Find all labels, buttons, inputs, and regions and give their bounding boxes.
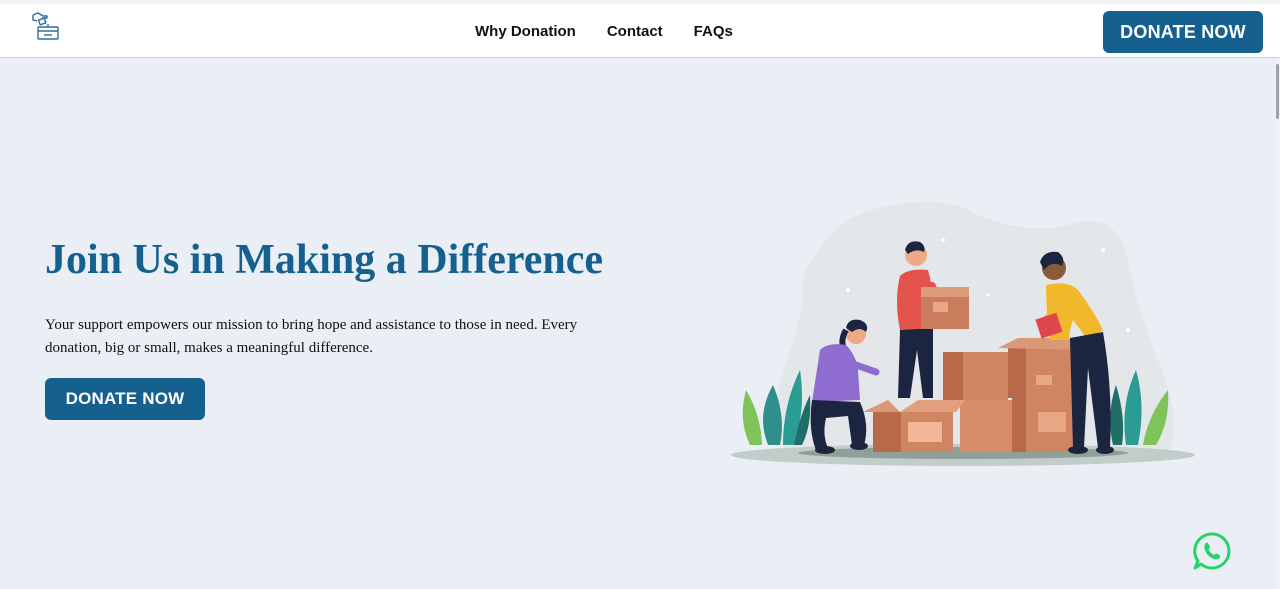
scrollbar-thumb[interactable]	[1276, 64, 1279, 119]
nav-link-contact[interactable]: Contact	[607, 23, 663, 40]
nav-link-faqs[interactable]: FAQs	[694, 23, 733, 40]
navbar: Why Donation Contact FAQs DONATE NOW	[0, 4, 1280, 58]
whatsapp-icon	[1193, 532, 1231, 570]
nav-donate-button[interactable]: DONATE NOW	[1103, 11, 1263, 53]
left-plant	[742, 370, 811, 445]
volunteers-packing-boxes-illustration	[731, 201, 1195, 466]
whatsapp-button[interactable]	[1192, 531, 1232, 571]
nav-link-why-donation[interactable]: Why Donation	[475, 23, 576, 40]
hero-title: Join Us in Making a Difference	[45, 237, 604, 283]
logo[interactable]	[30, 10, 62, 42]
main-nav: Why Donation Contact FAQs	[475, 23, 733, 40]
donation-box-icon	[32, 12, 59, 40]
scrollbar[interactable]	[1275, 58, 1280, 589]
hero-donate-button[interactable]: DONATE NOW	[45, 378, 205, 420]
hero-description: Your support empowers our mission to bri…	[45, 317, 578, 356]
